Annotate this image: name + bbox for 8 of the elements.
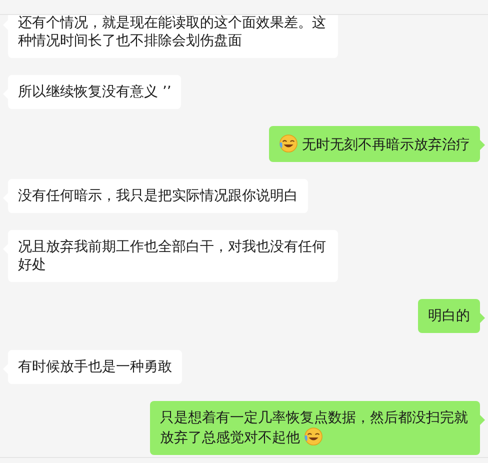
- message-text: 没有任何暗示，我只是把实际情况跟你说明白: [18, 187, 298, 205]
- message-text: 只是想着有一定几率恢复点数据，然后都没扫完就放弃了总感觉对不起他: [160, 409, 469, 447]
- message-text: 有时候放手也是一种勇敢: [18, 358, 172, 376]
- message-text: 无时无刻不再暗示放弃治疗: [279, 134, 470, 154]
- message-text: 还有个情况，就是现在能读取的这个面效果差。这种情况时间长了也不排除会划伤盘面: [18, 15, 327, 50]
- message-text: 明白的: [428, 307, 470, 325]
- message-text: 所以继续恢复没有意义 ’’: [18, 83, 172, 101]
- message-text: 况且放弃我前期工作也全部白干，对我也没有任何好处: [18, 238, 327, 274]
